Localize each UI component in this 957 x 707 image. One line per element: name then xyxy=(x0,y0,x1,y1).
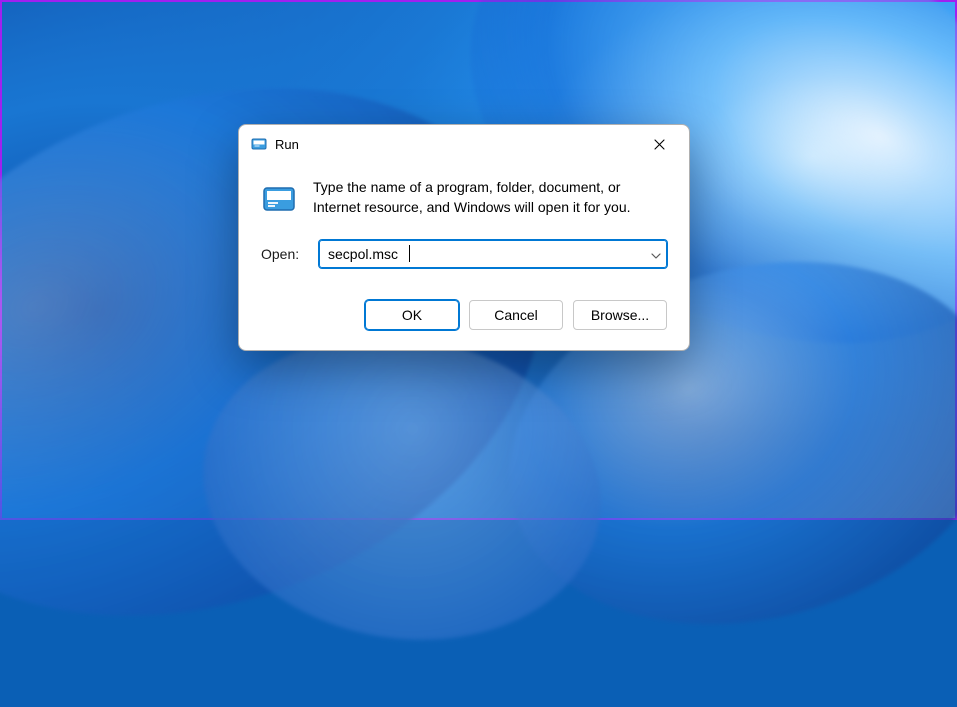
close-icon xyxy=(654,139,665,150)
open-input[interactable] xyxy=(319,240,667,268)
close-button[interactable] xyxy=(637,129,681,159)
run-program-icon xyxy=(261,181,297,217)
titlebar[interactable]: Run xyxy=(239,125,689,163)
ok-button[interactable]: OK xyxy=(365,300,459,330)
open-combobox[interactable] xyxy=(319,240,667,268)
dialog-description: Type the name of a program, folder, docu… xyxy=(313,177,667,218)
cancel-button[interactable]: Cancel xyxy=(469,300,563,330)
open-label: Open: xyxy=(261,246,305,262)
browse-button[interactable]: Browse... xyxy=(573,300,667,330)
run-app-icon xyxy=(251,136,267,152)
button-row: OK Cancel Browse... xyxy=(239,300,689,350)
text-caret xyxy=(409,245,410,262)
window-title: Run xyxy=(275,137,637,152)
run-dialog: Run Type the name of a program, folder, … xyxy=(238,124,690,351)
